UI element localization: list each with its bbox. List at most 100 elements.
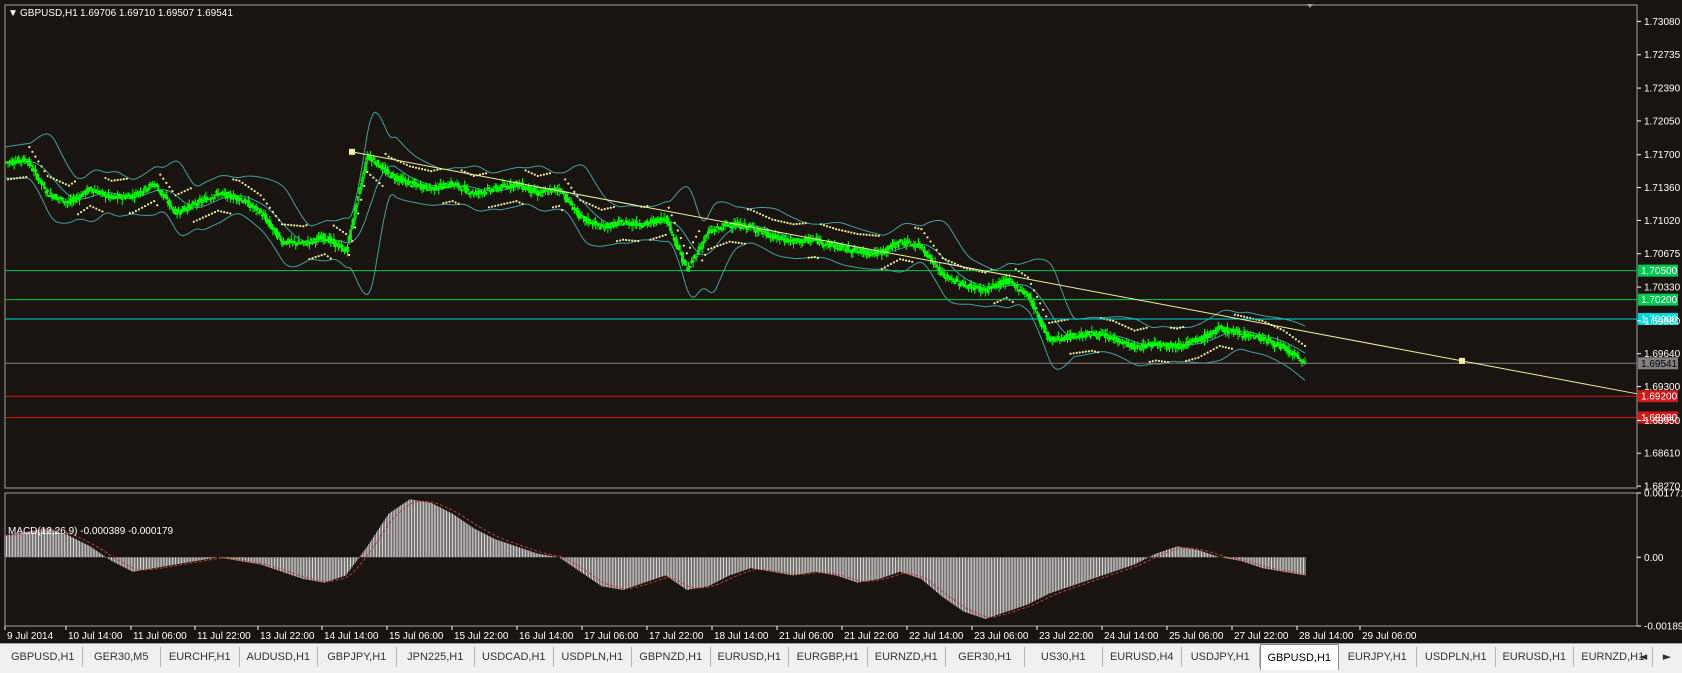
sar-dot — [704, 253, 707, 257]
candle-body — [684, 260, 687, 266]
chart-tab[interactable]: EURNZD,H1 — [868, 647, 946, 667]
sar-dot — [1200, 354, 1203, 358]
candle-body — [164, 195, 168, 199]
tab-scroll-right-icon[interactable]: ► — [1656, 647, 1678, 667]
candle-body — [821, 242, 824, 245]
trendline[interactable] — [349, 148, 1638, 395]
candle-body — [1294, 353, 1298, 356]
sar-dot — [1115, 321, 1118, 324]
sar-dot — [146, 203, 150, 206]
sar-dot — [101, 210, 104, 213]
candle-body — [677, 244, 681, 251]
chart-tab[interactable]: EURUSD,H1 — [1496, 647, 1574, 667]
sar-dot — [953, 262, 956, 265]
chart-tab[interactable]: EURJPY,H1 — [1339, 647, 1417, 667]
sar-dot — [996, 300, 999, 303]
sar-dot — [892, 261, 896, 264]
chart-tab[interactable]: US30,H1 — [1025, 647, 1103, 667]
sar-dot — [804, 222, 807, 225]
sar-dot — [95, 207, 98, 210]
candle-body — [239, 197, 243, 200]
chart-tab[interactable]: USDJPY,H1 — [1182, 647, 1260, 667]
sar-dot — [816, 256, 819, 260]
chart-tab[interactable]: GBPNZD,H1 — [632, 647, 711, 667]
sar-dot — [381, 184, 384, 188]
candle-body — [259, 209, 263, 213]
sar-dot — [871, 234, 874, 237]
sar-dot — [40, 165, 43, 168]
chart-tab[interactable]: GBPUSD,H1 — [4, 647, 83, 667]
sar-dot — [420, 167, 424, 171]
price-axis: 1.73080 1.72735 1.72390 1.72050 1.71700 1.713… — [1637, 17, 1682, 633]
chart-tab[interactable]: EURCHF,H1 — [161, 647, 240, 667]
sar-dot — [926, 236, 929, 239]
candle-body — [373, 161, 377, 164]
sar-dot — [1179, 326, 1182, 329]
horizontal-levels[interactable]: 1.705001.702001.700001.695411.692001.689… — [5, 264, 1678, 424]
sar-dot — [1303, 344, 1307, 348]
sar-dot — [1276, 326, 1279, 329]
time-tick-label: 27 Jul 22:00 — [1234, 631, 1289, 642]
candle-body — [942, 272, 946, 278]
chart-tab[interactable]: GER30,H1 — [946, 647, 1025, 667]
sar-dot — [238, 179, 241, 182]
chart-tab[interactable]: EURUSD,H4 — [1103, 647, 1182, 667]
chart-canvas[interactable]: 1.705001.702001.700001.695411.692001.689… — [0, 0, 1682, 643]
sar-dot — [944, 258, 947, 261]
chart-tab[interactable]: AUDUSD,H1 — [240, 647, 318, 667]
candle-body — [537, 193, 541, 196]
sar-dot — [177, 192, 180, 196]
candle-body — [122, 194, 126, 197]
candle-body — [152, 183, 156, 186]
sar-dot — [606, 207, 609, 210]
sar-dot — [993, 302, 996, 305]
chart-tab[interactable]: GBPUSD,H1 — [1260, 644, 1339, 670]
chart-tab[interactable]: USDPLN,H1 — [1417, 647, 1496, 667]
sar-dot — [338, 228, 341, 231]
sar-dot — [241, 181, 244, 184]
sar-dot — [436, 168, 439, 171]
sar-dot — [1069, 352, 1072, 355]
price-tick-label: 1.73080 — [1644, 17, 1681, 28]
sar-dot — [357, 212, 360, 215]
chart-menu-icon[interactable]: ▼ — [8, 8, 18, 19]
sar-dot — [268, 206, 271, 209]
candle-body — [598, 226, 602, 230]
sar-dot — [302, 225, 305, 228]
chart-tab[interactable]: JPN225,H1 — [397, 647, 475, 667]
candle-body — [487, 187, 491, 190]
sar-dot — [1176, 327, 1179, 330]
sar-dot — [737, 241, 740, 245]
time-tick-label: 10 Jul 14:00 — [68, 631, 123, 642]
sar-dot — [1261, 319, 1264, 322]
candle-body — [149, 183, 153, 186]
time-tick-label: 11 Jul 22:00 — [197, 631, 251, 642]
sar-dot — [116, 178, 119, 182]
sar-dot — [232, 178, 235, 181]
sar-dot — [332, 224, 335, 227]
chart-tab[interactable]: USDPLN,H1 — [554, 647, 632, 667]
sar-dot — [521, 202, 524, 205]
chart-tab[interactable]: EURGBP,H1 — [789, 647, 868, 667]
candle-body — [1241, 335, 1244, 338]
sar-dot — [131, 211, 134, 214]
chart-tab[interactable]: EURUSD,H1 — [711, 647, 789, 667]
chart-tab[interactable]: USDCAD,H1 — [475, 647, 554, 667]
sar-dot — [649, 238, 652, 241]
sar-dot — [539, 174, 542, 177]
sar-dot — [1215, 346, 1218, 349]
sar-dot — [311, 256, 314, 260]
sar-dot — [600, 208, 603, 211]
sar-dot — [1139, 328, 1142, 331]
chart-tab[interactable]: GER30,M5 — [83, 647, 161, 667]
sar-dot — [299, 224, 302, 228]
chart-tab[interactable]: GBPJPY,H1 — [318, 647, 397, 667]
sar-dot — [941, 256, 944, 260]
sar-dot — [204, 215, 208, 218]
sar-dot — [424, 168, 427, 171]
sar-dot — [1294, 338, 1297, 341]
main-chart-border — [4, 4, 1638, 489]
time-tick-label: 23 Jul 22:00 — [1039, 631, 1094, 642]
sar-dot — [685, 252, 689, 255]
tab-scroll-left-icon[interactable]: ◄ — [1632, 647, 1654, 667]
